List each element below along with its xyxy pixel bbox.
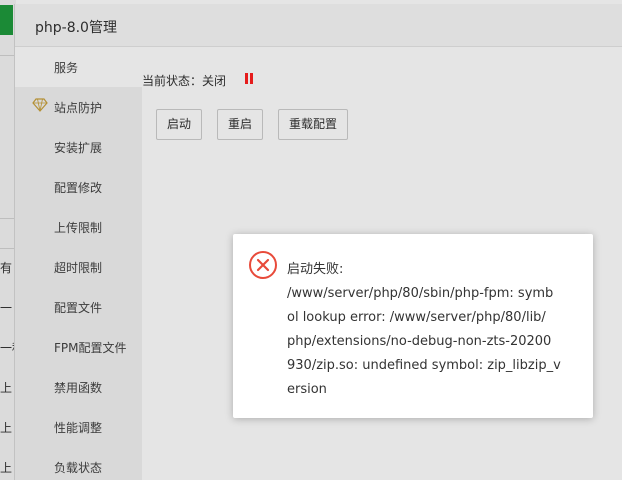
error-message-line: 启动失败: (287, 262, 344, 277)
error-circle-icon (248, 250, 278, 280)
error-message-line: /www/server/php/80/sbin/php-fpm: symb (287, 286, 554, 301)
error-message-line: php/extensions/no-debug-non-zts-20200 (287, 334, 552, 349)
error-message-line: ol lookup error: /www/server/php/80/lib/ (287, 310, 546, 325)
error-message-line: ersion (287, 382, 327, 397)
error-message: 启动失败: /www/server/php/80/sbin/php-fpm: s… (287, 258, 577, 402)
error-dialog: 启动失败: /www/server/php/80/sbin/php-fpm: s… (233, 234, 593, 418)
error-message-line: 930/zip.so: undefined symbol: zip_libzip… (287, 358, 561, 373)
